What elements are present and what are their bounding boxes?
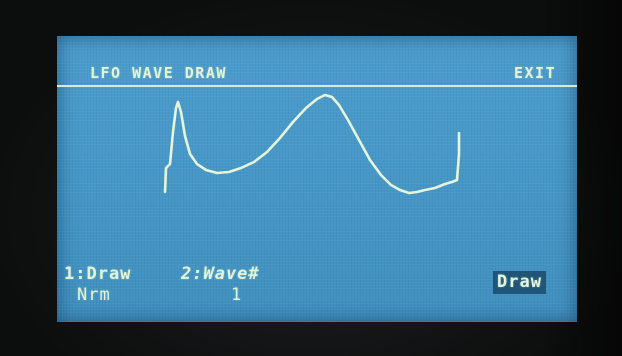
param2-label: 2:Wave# <box>181 264 260 284</box>
lcd-screen: LFO WAVE DRAW EXIT 1:Draw Nrm 2:Wave# 1 … <box>57 36 577 322</box>
param1-value[interactable]: Nrm <box>77 285 111 305</box>
lfo-waveform-line <box>163 93 461 195</box>
draw-button[interactable]: Draw <box>493 271 546 294</box>
param1-label: 1:Draw <box>64 264 132 284</box>
param2-value[interactable]: 1 <box>231 285 242 305</box>
device-photo: LFO WAVE DRAW EXIT 1:Draw Nrm 2:Wave# 1 … <box>0 0 622 356</box>
